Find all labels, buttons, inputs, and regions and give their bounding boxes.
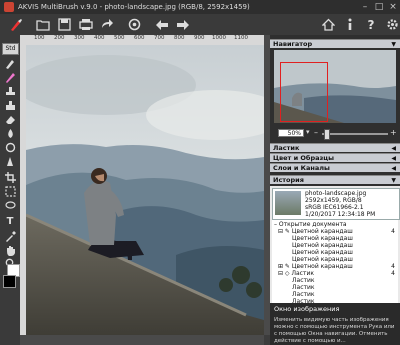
- history-item-count: 4: [391, 228, 395, 235]
- foreground-color-swatch[interactable]: [3, 275, 16, 288]
- ruler-tick-label: 700: [154, 35, 165, 41]
- ruler-tick-label: 1000: [212, 35, 226, 41]
- eraser-panel-header[interactable]: Ластик ◀: [270, 143, 400, 152]
- tools-sidebar: Std T: [0, 35, 20, 345]
- history-thumbnail: [275, 191, 301, 215]
- zoom-slider-handle[interactable]: [324, 129, 330, 140]
- layers-panel-header[interactable]: Слои и Каналы ◀: [270, 163, 400, 172]
- history-item[interactable]: Цветной карандаш: [292, 235, 353, 242]
- help-icon[interactable]: ?: [363, 17, 378, 33]
- hand-tool-icon[interactable]: [2, 244, 18, 257]
- ruler-tick-label: 1100: [234, 35, 248, 41]
- history-item[interactable]: – Открытие документа: [274, 221, 347, 228]
- print-icon[interactable]: [78, 17, 93, 33]
- eyedropper-tool-icon[interactable]: [2, 230, 18, 243]
- history-size: 2592x1459, RGB/8: [305, 197, 362, 204]
- history-item[interactable]: Ластик: [292, 277, 315, 284]
- settings-icon[interactable]: [127, 17, 142, 33]
- eraser-tool-icon[interactable]: [2, 113, 18, 126]
- history-item[interactable]: Ластик: [292, 284, 315, 291]
- app-icon: [4, 2, 14, 12]
- window-title: AKVIS MultiBrush v.9.0 - photo-landscape…: [18, 3, 250, 11]
- history-item-count: 4: [391, 270, 395, 277]
- burn-tool-icon[interactable]: [2, 155, 18, 168]
- zoom-row: 50% ▾ – +: [270, 128, 400, 140]
- selection-tool-icon[interactable]: [2, 185, 18, 198]
- colors-panel-header[interactable]: Цвет и Образцы ◀: [270, 153, 400, 162]
- right-panel: Навигатор ▼ 50% ▾ – + Ластик ◀ Цвет и Об…: [270, 35, 400, 345]
- save-icon[interactable]: [57, 17, 72, 33]
- ruler-tick-label: 900: [194, 35, 205, 41]
- colors-panel-title: Цвет и Образцы: [273, 154, 334, 162]
- zoom-input[interactable]: 50%: [278, 129, 304, 137]
- history-panel-header[interactable]: История ▼: [270, 175, 400, 184]
- zoom-dropdown-icon[interactable]: ▾: [306, 128, 310, 136]
- navigator-view-rectangle[interactable]: [280, 62, 328, 122]
- ruler-tick-label: 300: [74, 35, 85, 41]
- history-item[interactable]: Цветной карандаш: [292, 256, 353, 263]
- ruler-tick-label: 600: [134, 35, 145, 41]
- history-item[interactable]: Цветной карандаш: [292, 242, 353, 249]
- paint-brush-icon[interactable]: [8, 17, 23, 33]
- home-icon[interactable]: [321, 17, 336, 33]
- open-file-icon[interactable]: [35, 17, 50, 33]
- blur-tool-icon[interactable]: [2, 127, 18, 140]
- minimize-button[interactable]: –: [358, 2, 372, 12]
- window-titlebar: AKVIS MultiBrush v.9.0 - photo-landscape…: [0, 0, 400, 14]
- navigator-header[interactable]: Навигатор ▼: [270, 39, 400, 48]
- crop-tool-icon[interactable]: [2, 171, 18, 184]
- history-item-count: 4: [391, 263, 395, 270]
- maximize-button[interactable]: □: [372, 2, 386, 12]
- navigator-preview[interactable]: [274, 50, 396, 123]
- history-panel-title: История: [273, 176, 304, 184]
- close-button[interactable]: ×: [386, 2, 400, 12]
- history-item[interactable]: ⊟ ◇ Ластик: [278, 270, 314, 277]
- hint-panel: Окно изображения Изменить видимую часть …: [270, 303, 400, 345]
- redo-icon[interactable]: [175, 17, 190, 33]
- history-snapshot[interactable]: photo-landscape.jpg 2592x1459, RGB/8 sRG…: [272, 188, 400, 220]
- image-canvas[interactable]: [26, 45, 264, 335]
- hint-text: Изменить видимую часть изображения можно…: [274, 317, 395, 344]
- history-profile: sRGB IEC61966-2.1: [305, 204, 364, 211]
- landscape-photo: [26, 45, 264, 335]
- chevron-down-icon: ▼: [391, 41, 396, 48]
- main-toolbar: ?: [0, 14, 400, 35]
- std-mode-button[interactable]: Std: [2, 43, 19, 55]
- zoom-out-icon[interactable]: –: [314, 128, 318, 137]
- gear-icon[interactable]: [385, 17, 400, 33]
- horizontal-scrollbar[interactable]: [20, 335, 264, 345]
- ruler-tick-label: 200: [54, 35, 65, 41]
- text-tool-icon[interactable]: T: [2, 215, 18, 228]
- stamp-tool-icon[interactable]: [2, 85, 18, 98]
- eraser-panel-title: Ластик: [273, 144, 300, 152]
- navigator-title: Навигатор: [273, 40, 313, 48]
- zoom-slider-track[interactable]: [322, 133, 388, 135]
- chevron-left-icon: ◀: [391, 155, 396, 162]
- history-filename: photo-landscape.jpg: [305, 190, 367, 197]
- hint-title: Окно изображения: [274, 305, 340, 313]
- history-item[interactable]: Цветной карандаш: [292, 249, 353, 256]
- chevron-down-icon: ▼: [391, 177, 396, 184]
- history-item[interactable]: ⊟ ✎ Цветной карандаш: [278, 228, 353, 235]
- layers-panel-title: Слои и Каналы: [273, 164, 330, 172]
- history-date: 1/20/2017 12:34:18 PM: [305, 211, 376, 218]
- ruler-tick-label: 400: [94, 35, 105, 41]
- history-item[interactable]: ⊞ ✎ Цветной карандаш: [278, 263, 353, 270]
- ruler-tick-label: 100: [34, 35, 45, 41]
- ruler-tick-label: 500: [114, 35, 125, 41]
- history-file-info: photo-landscape.jpg 2592x1459, RGB/8 sRG…: [305, 190, 375, 218]
- brush-tool-icon[interactable]: [2, 57, 18, 70]
- dodge-tool-icon[interactable]: [2, 141, 18, 154]
- chevron-left-icon: ◀: [391, 145, 396, 152]
- history-item[interactable]: Ластик: [292, 291, 315, 298]
- lasso-tool-icon[interactable]: [2, 199, 18, 212]
- chevron-left-icon: ◀: [391, 165, 396, 172]
- clone-tool-icon[interactable]: [2, 99, 18, 112]
- share-icon[interactable]: [99, 17, 114, 33]
- pencil-tool-icon[interactable]: [2, 71, 18, 84]
- info-icon[interactable]: [342, 17, 357, 33]
- undo-icon[interactable]: [154, 17, 169, 33]
- ruler-tick-label: 800: [174, 35, 185, 41]
- zoom-in-icon[interactable]: +: [390, 128, 397, 137]
